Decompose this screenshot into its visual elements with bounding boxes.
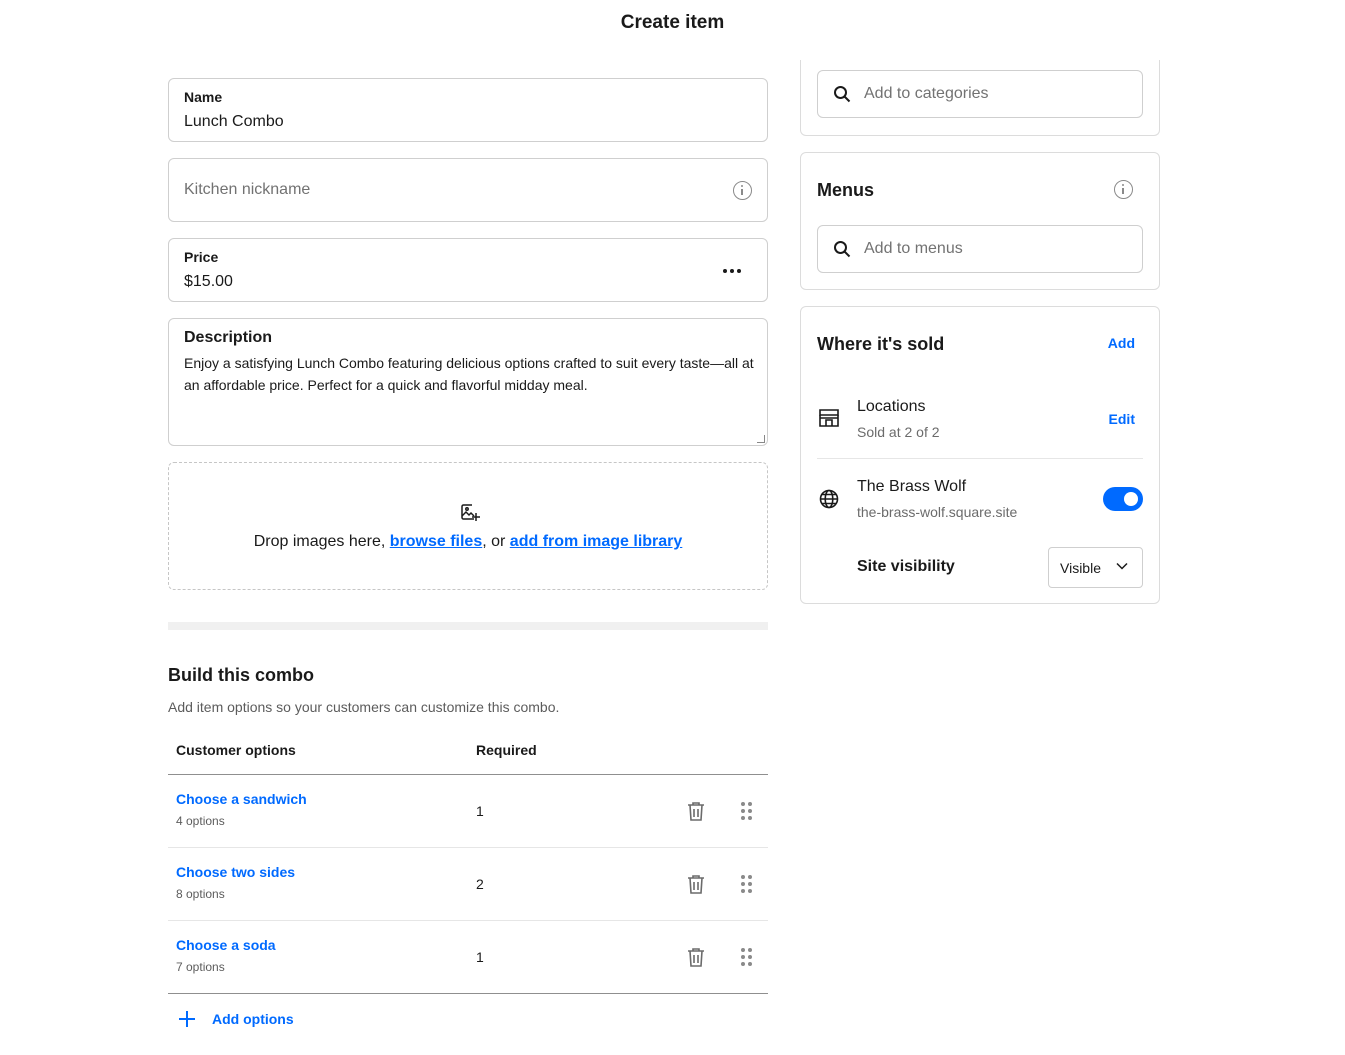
site-title: The Brass Wolf <box>857 478 967 495</box>
image-library-link[interactable]: add from image library <box>510 533 683 550</box>
site-url: the-brass-wolf.square.site <box>857 504 1018 520</box>
price-value[interactable]: $15.00 <box>184 273 233 291</box>
drag-handle-icon[interactable] <box>741 802 753 821</box>
dropzone-prefix: Drop images here, <box>253 533 390 550</box>
option-required: 1 <box>476 949 484 965</box>
edit-locations-button[interactable]: Edit <box>1109 411 1135 427</box>
resize-handle[interactable] <box>757 435 765 443</box>
locations-subtitle: Sold at 2 of 2 <box>857 424 940 440</box>
search-icon <box>834 241 851 258</box>
trash-icon[interactable] <box>686 874 706 895</box>
locations-title: Locations <box>857 398 926 415</box>
name-field[interactable]: Name Lunch Combo <box>168 78 768 142</box>
page-title: Create item <box>620 12 725 33</box>
option-name-link[interactable]: Choose two sides <box>176 864 295 880</box>
menus-card: Menus Add to menus <box>800 152 1160 290</box>
where-sold-card: Where it's sold Add Locations Sold at 2 … <box>800 306 1160 604</box>
description-label: Description <box>184 329 273 346</box>
plus-icon <box>178 1010 196 1028</box>
option-required: 2 <box>476 876 484 892</box>
description-value[interactable]: Enjoy a satisfying Lunch Combo featuring… <box>184 352 754 396</box>
kitchen-nickname-field[interactable]: Kitchen nickname <box>168 158 768 222</box>
site-visibility-label: Site visibility <box>857 558 955 575</box>
menus-title: Menus <box>817 180 875 200</box>
add-location-button[interactable]: Add <box>1108 335 1135 351</box>
table-row[interactable]: Choose a sandwich 4 options 1 <box>168 775 768 848</box>
add-options-button[interactable]: Add options <box>168 1004 368 1034</box>
add-image-icon <box>461 504 480 521</box>
price-field[interactable]: Price $15.00 <box>168 238 768 302</box>
combo-section-subtitle: Add item options so your customers can c… <box>168 699 560 715</box>
globe-icon <box>819 489 839 509</box>
option-name-link[interactable]: Choose a sandwich <box>176 791 307 807</box>
site-toggle[interactable] <box>1103 487 1143 511</box>
dropzone-text: Drop images here, browse files, or add f… <box>169 533 767 551</box>
more-options-icon[interactable] <box>723 269 741 273</box>
info-icon[interactable] <box>733 181 752 200</box>
divider <box>817 458 1143 459</box>
option-count: 8 options <box>176 887 225 901</box>
categories-card: Add to categories <box>800 60 1160 136</box>
price-label: Price <box>184 249 219 265</box>
kitchen-nickname-placeholder[interactable]: Kitchen nickname <box>184 181 310 199</box>
categories-placeholder: Add to categories <box>864 85 989 102</box>
trash-icon[interactable] <box>686 947 706 968</box>
trash-icon[interactable] <box>686 801 706 822</box>
option-count: 7 options <box>176 960 225 974</box>
combo-section-title: Build this combo <box>168 665 314 685</box>
option-name-link[interactable]: Choose a soda <box>176 937 276 953</box>
add-options-label: Add options <box>212 1011 294 1027</box>
chevron-down-icon <box>1116 562 1128 570</box>
table-row[interactable]: Choose two sides 8 options 2 <box>168 848 768 921</box>
site-visibility-select[interactable]: Visible <box>1048 547 1143 588</box>
column-header-options: Customer options <box>176 742 296 758</box>
option-required: 1 <box>476 803 484 819</box>
option-count: 4 options <box>176 814 225 828</box>
menus-search-input[interactable]: Add to menus <box>817 225 1143 273</box>
info-icon[interactable] <box>1114 180 1133 199</box>
browse-files-link[interactable]: browse files <box>390 533 482 550</box>
description-field[interactable]: Description Enjoy a satisfying Lunch Com… <box>168 318 768 446</box>
name-label: Name <box>184 89 223 105</box>
options-table-header: Customer options Required <box>168 728 768 775</box>
table-row[interactable]: Choose a soda 7 options 1 <box>168 921 768 994</box>
categories-search-input[interactable]: Add to categories <box>817 70 1143 118</box>
search-icon <box>834 86 851 103</box>
site-visibility-value: Visible <box>1060 560 1101 576</box>
store-icon <box>819 409 839 427</box>
menus-placeholder: Add to menus <box>864 240 963 257</box>
column-header-required: Required <box>476 742 537 758</box>
drag-handle-icon[interactable] <box>741 875 753 894</box>
name-value[interactable]: Lunch Combo <box>184 113 284 131</box>
section-divider <box>168 622 768 630</box>
drag-handle-icon[interactable] <box>741 948 753 967</box>
dropzone-separator: , or <box>482 533 510 550</box>
where-sold-title: Where it's sold <box>817 334 945 354</box>
image-dropzone[interactable]: Drop images here, browse files, or add f… <box>168 462 768 590</box>
